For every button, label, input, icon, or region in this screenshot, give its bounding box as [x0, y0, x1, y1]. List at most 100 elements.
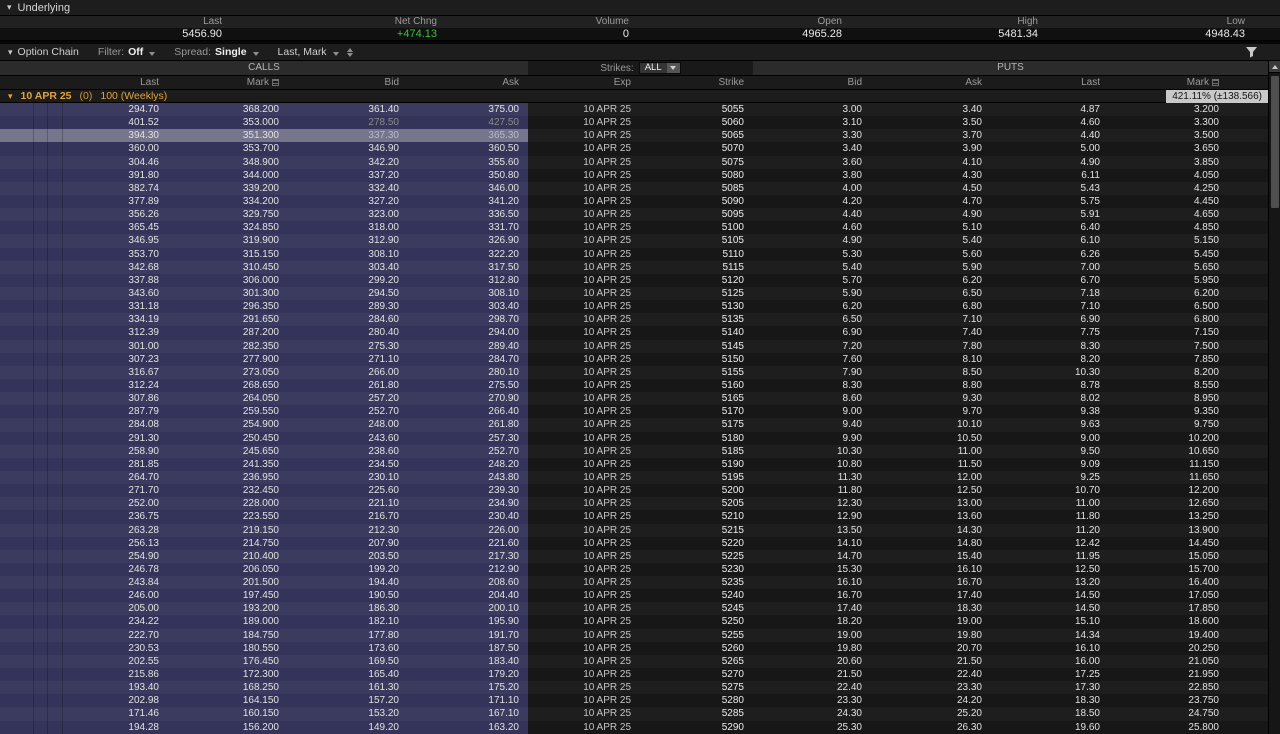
put-last-cell[interactable]: 6.11	[991, 168, 1109, 182]
put-bid-cell[interactable]: 18.20	[753, 615, 871, 629]
exp-cell[interactable]: 10 APR 25	[528, 707, 640, 721]
call-last-cell[interactable]: 222.70	[0, 628, 168, 642]
call-bid-cell[interactable]: 303.40	[288, 260, 408, 274]
option-row[interactable]: 312.24 268.650 261.80 275.50 10 APR 25 5160 8.…	[0, 378, 1268, 393]
call-last-cell[interactable]: 307.23	[0, 352, 168, 366]
call-last-cell[interactable]: 236.75	[0, 510, 168, 524]
call-ask-cell[interactable]: 266.40	[408, 405, 528, 419]
call-mark-cell[interactable]: 296.350	[168, 300, 288, 314]
call-mark-cell[interactable]: 223.550	[168, 510, 288, 524]
call-bid-cell[interactable]: 289.30	[288, 300, 408, 314]
put-mark-cell[interactable]: 7.150	[1109, 326, 1228, 340]
strike-cell[interactable]: 5130	[640, 300, 753, 314]
option-row[interactable]: 307.86 264.050 257.20 270.90 10 APR 25 5165 8.…	[0, 392, 1268, 406]
call-last-cell[interactable]: 312.24	[0, 378, 168, 393]
call-ask-cell[interactable]: 163.20	[408, 720, 528, 734]
call-bid-cell[interactable]: 248.00	[288, 418, 408, 432]
call-last-cell[interactable]: 312.39	[0, 326, 168, 340]
put-mark-cell[interactable]: 3.650	[1109, 142, 1228, 156]
call-ask-cell[interactable]: 350.80	[408, 168, 528, 182]
put-mark-cell[interactable]: 13.250	[1109, 510, 1228, 524]
put-last-cell[interactable]: 9.38	[991, 405, 1109, 419]
put-last-cell[interactable]: 12.42	[991, 536, 1109, 550]
call-mark-cell[interactable]: 324.850	[168, 221, 288, 235]
put-bid-cell[interactable]: 13.50	[753, 523, 871, 537]
put-ask-cell[interactable]: 8.80	[871, 378, 991, 393]
strike-cell[interactable]: 5215	[640, 523, 753, 537]
call-bid-cell[interactable]: 280.40	[288, 326, 408, 340]
put-last-cell[interactable]: 5.43	[991, 181, 1109, 195]
option-row[interactable]: 394.30 351.300 337.30 365.30 10 APR 25 5065 3.…	[0, 129, 1268, 143]
call-mark-cell[interactable]: 236.950	[168, 470, 288, 485]
put-mark-cell[interactable]: 15.050	[1109, 549, 1228, 563]
exp-cell[interactable]: 10 APR 25	[528, 168, 640, 182]
strike-cell[interactable]: 5065	[640, 129, 753, 143]
call-last-cell[interactable]: 301.00	[0, 339, 168, 353]
put-bid-cell[interactable]: 7.90	[753, 365, 871, 379]
put-ask-cell[interactable]: 4.10	[871, 155, 991, 169]
call-last-cell[interactable]: 171.46	[0, 707, 168, 721]
call-ask-cell[interactable]: 257.30	[408, 431, 528, 445]
strike-cell[interactable]: 5060	[640, 116, 753, 130]
put-bid-cell[interactable]: 17.40	[753, 602, 871, 616]
call-last-cell[interactable]: 246.78	[0, 562, 168, 577]
put-ask-cell[interactable]: 26.30	[871, 720, 991, 734]
option-row[interactable]: 316.67 273.050 266.00 280.10 10 APR 25 5155 7.…	[0, 365, 1268, 379]
call-ask-cell[interactable]: 298.70	[408, 313, 528, 327]
call-last-cell[interactable]: 307.86	[0, 392, 168, 406]
put-last-cell[interactable]: 8.02	[991, 392, 1109, 406]
put-bid-cell[interactable]: 7.20	[753, 339, 871, 353]
put-ask-cell[interactable]: 8.10	[871, 352, 991, 366]
option-row[interactable]: 263.28 219.150 212.30 226.00 10 APR 25 5215 13…	[0, 523, 1268, 537]
option-row[interactable]: 202.98 164.150 157.20 171.10 10 APR 25 5280 23…	[0, 694, 1268, 708]
exp-cell[interactable]: 10 APR 25	[528, 392, 640, 406]
put-ask-cell[interactable]: 21.50	[871, 654, 991, 669]
call-last-cell[interactable]: 401.52	[0, 116, 168, 130]
strike-cell[interactable]: 5245	[640, 602, 753, 616]
call-mark-cell[interactable]: 291.650	[168, 313, 288, 327]
col-header-put-bid[interactable]: Bid	[753, 76, 871, 89]
call-ask-cell[interactable]: 175.20	[408, 681, 528, 695]
group-collapse-triangle-icon[interactable]: ▾	[8, 91, 13, 102]
put-last-cell[interactable]: 6.10	[991, 234, 1109, 248]
put-last-cell[interactable]: 4.87	[991, 103, 1109, 117]
call-bid-cell[interactable]: 177.80	[288, 628, 408, 642]
put-ask-cell[interactable]: 13.60	[871, 510, 991, 524]
put-last-cell[interactable]: 4.40	[991, 129, 1109, 143]
exp-cell[interactable]: 10 APR 25	[528, 247, 640, 261]
put-bid-cell[interactable]: 15.30	[753, 562, 871, 577]
put-mark-cell[interactable]: 13.900	[1109, 523, 1228, 537]
option-row[interactable]: 356.26 329.750 323.00 336.50 10 APR 25 5095 4.…	[0, 208, 1268, 222]
option-row[interactable]: 254.90 210.400 203.50 217.30 10 APR 25 5225 14…	[0, 549, 1268, 563]
call-mark-cell[interactable]: 254.900	[168, 418, 288, 432]
put-mark-cell[interactable]: 3.200	[1109, 103, 1228, 117]
option-row[interactable]: 301.00 282.350 275.30 289.40 10 APR 25 5145 7.…	[0, 339, 1268, 353]
call-bid-cell[interactable]: 266.00	[288, 365, 408, 379]
call-ask-cell[interactable]: 360.50	[408, 142, 528, 156]
put-bid-cell[interactable]: 5.90	[753, 286, 871, 301]
call-mark-cell[interactable]: 282.350	[168, 339, 288, 353]
put-mark-cell[interactable]: 22.850	[1109, 681, 1228, 695]
put-bid-cell[interactable]: 3.30	[753, 129, 871, 143]
put-mark-cell[interactable]: 21.950	[1109, 668, 1228, 682]
call-last-cell[interactable]: 394.30	[0, 129, 168, 143]
call-bid-cell[interactable]: 157.20	[288, 694, 408, 708]
call-ask-cell[interactable]: 191.70	[408, 628, 528, 642]
put-bid-cell[interactable]: 3.00	[753, 103, 871, 117]
call-bid-cell[interactable]: 261.80	[288, 378, 408, 393]
exp-cell[interactable]: 10 APR 25	[528, 562, 640, 577]
put-ask-cell[interactable]: 10.50	[871, 431, 991, 445]
put-ask-cell[interactable]: 4.50	[871, 181, 991, 195]
call-bid-cell[interactable]: 275.30	[288, 339, 408, 353]
exp-cell[interactable]: 10 APR 25	[528, 181, 640, 195]
strike-cell[interactable]: 5265	[640, 654, 753, 669]
call-bid-cell[interactable]: 361.40	[288, 103, 408, 117]
put-mark-cell[interactable]: 6.800	[1109, 313, 1228, 327]
put-mark-cell[interactable]: 4.250	[1109, 181, 1228, 195]
option-row[interactable]: 222.70 184.750 177.80 191.70 10 APR 25 5255 19…	[0, 628, 1268, 642]
exp-cell[interactable]: 10 APR 25	[528, 681, 640, 695]
strike-cell[interactable]: 5285	[640, 707, 753, 721]
exp-cell[interactable]: 10 APR 25	[528, 418, 640, 432]
call-ask-cell[interactable]: 294.00	[408, 326, 528, 340]
option-row[interactable]: 171.46 160.150 153.20 167.10 10 APR 25 5285 24…	[0, 707, 1268, 721]
